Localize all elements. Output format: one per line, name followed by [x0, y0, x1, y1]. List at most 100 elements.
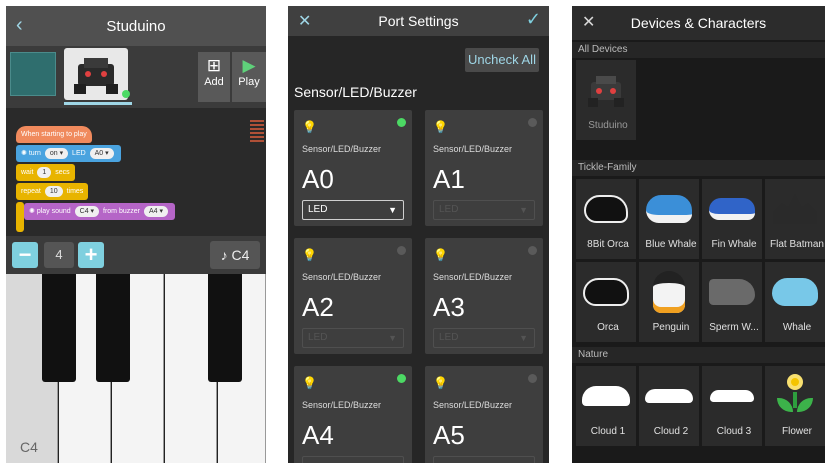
- block-text: times: [66, 188, 84, 195]
- cloud-1-icon: [582, 374, 630, 418]
- selected-indicator: [122, 90, 130, 98]
- port-type: Sensor/LED/Buzzer: [302, 144, 382, 154]
- close-icon[interactable]: ✕: [582, 12, 595, 32]
- block-text: secs: [55, 169, 70, 176]
- character-cloud-1[interactable]: Cloud 1: [576, 366, 636, 446]
- led-bulb-icon: 💡: [302, 376, 317, 390]
- play-sound-block[interactable]: ✺ play sound C4 ▾ from buzzer A4 ▾: [24, 203, 175, 220]
- character-blue-whale[interactable]: Blue Whale: [639, 179, 699, 259]
- 8bit-orca-icon: [582, 187, 630, 231]
- piano-black-key[interactable]: [96, 274, 130, 382]
- octave-down-button[interactable]: −: [12, 242, 38, 268]
- character-label: Cloud 3: [716, 426, 752, 437]
- port-status-dot[interactable]: [528, 374, 537, 383]
- character-whale[interactable]: Whale: [765, 262, 825, 342]
- block-text: When starting to play: [21, 131, 87, 138]
- character-label: Fin Whale: [711, 239, 757, 250]
- back-chevron-icon[interactable]: ‹: [16, 14, 23, 37]
- code-area[interactable]: When starting to play ✺ turn on ▾ LED A0…: [6, 108, 266, 236]
- octave-up-button[interactable]: +: [78, 242, 104, 268]
- plus-icon: +: [84, 242, 98, 267]
- note-button[interactable]: ♪ C4: [210, 241, 260, 269]
- port-status-dot[interactable]: [528, 246, 537, 255]
- select-value: LED: [308, 204, 328, 215]
- port-component-select: ▼: [433, 456, 535, 463]
- port-settings-nav-bar: ✕ Port Settings ✓: [288, 6, 549, 36]
- port-card-a3[interactable]: 💡 Sensor/LED/Buzzer A3 LED ▼: [425, 238, 543, 354]
- character-orca[interactable]: Orca: [576, 262, 636, 342]
- note-dropdown[interactable]: C4 ▾: [74, 206, 100, 217]
- block-text: repeat: [21, 188, 41, 195]
- select-value: LED: [439, 332, 459, 343]
- plus-box-icon: ⊞: [206, 56, 222, 75]
- port-name: A0: [302, 164, 334, 194]
- port-status-dot[interactable]: [397, 118, 406, 127]
- led-bulb-icon: 💡: [433, 376, 448, 390]
- robot-thumbnail[interactable]: [64, 48, 128, 100]
- port-name: A1: [433, 164, 465, 194]
- when-start-block[interactable]: When starting to play: [16, 126, 92, 143]
- port-card-a0[interactable]: 💡 Sensor/LED/Buzzer A0 LED ▼: [294, 110, 412, 226]
- character-flat-batman[interactable]: Flat Batman: [765, 179, 825, 259]
- wait-value-input[interactable]: 1: [37, 167, 52, 178]
- group-header-nature: Nature: [572, 347, 825, 363]
- led-bulb-icon: 💡: [302, 248, 317, 262]
- uncheck-all-button[interactable]: Uncheck All: [465, 48, 539, 72]
- character-label: Sperm W...: [709, 322, 759, 333]
- whale-icon: [771, 270, 819, 314]
- block-text: from buzzer: [103, 208, 140, 215]
- speaker-icon: ✺: [29, 208, 35, 215]
- port-component-select[interactable]: LED ▼: [302, 200, 404, 220]
- character-8bit-orca[interactable]: 8Bit Orca: [576, 179, 636, 259]
- character-label: Cloud 1: [590, 426, 626, 437]
- port-settings-screen: ✕ Port Settings ✓ Uncheck All Sensor/LED…: [288, 6, 549, 463]
- character-cloud-2[interactable]: Cloud 2: [639, 366, 699, 446]
- port-status-dot[interactable]: [397, 374, 406, 383]
- piano-black-key[interactable]: [42, 274, 76, 382]
- device-label: Studuino: [588, 120, 628, 131]
- character-penguin[interactable]: Penguin: [639, 262, 699, 342]
- led-icon: ✺: [21, 150, 27, 157]
- port-type: Sensor/LED/Buzzer: [302, 400, 382, 410]
- port-component-select: ▼: [302, 456, 404, 463]
- character-cloud-3[interactable]: Cloud 3: [702, 366, 762, 446]
- port-name: A5: [433, 420, 465, 450]
- character-label: Flat Batman: [770, 239, 824, 250]
- port-name: A4: [302, 420, 334, 450]
- turn-led-block[interactable]: ✺ turn on ▾ LED A0 ▾: [16, 145, 121, 162]
- repeat-block[interactable]: repeat 10 times: [16, 183, 89, 200]
- led-port-dropdown[interactable]: A0 ▾: [89, 148, 114, 159]
- repeat-value-input[interactable]: 10: [44, 186, 63, 197]
- play-icon: ▶: [242, 56, 256, 75]
- character-flower[interactable]: Flower: [765, 366, 825, 446]
- port-card-a1[interactable]: 💡 Sensor/LED/Buzzer A1 LED ▼: [425, 110, 543, 226]
- device-studuino[interactable]: Studuino: [576, 60, 636, 140]
- flower-icon: [771, 374, 819, 418]
- character-label: Flower: [781, 426, 812, 437]
- led-bulb-icon: 💡: [433, 120, 448, 134]
- piano-black-key[interactable]: [208, 274, 242, 382]
- octave-value: 4: [44, 242, 74, 268]
- close-icon[interactable]: ✕: [298, 11, 311, 31]
- sperm-w-icon: [708, 270, 756, 314]
- port-card-a5[interactable]: 💡 Sensor/LED/Buzzer A5 ▼: [425, 366, 543, 463]
- checkmark-icon[interactable]: ✓: [526, 9, 541, 30]
- character-label: Whale: [782, 322, 812, 333]
- cloud-3-icon: [708, 374, 756, 418]
- wait-block[interactable]: wait 1 secs: [16, 164, 75, 181]
- section-heading: Sensor/LED/Buzzer: [294, 84, 417, 100]
- background-thumbnail[interactable]: [10, 52, 56, 96]
- port-card-a2[interactable]: 💡 Sensor/LED/Buzzer A2 LED ▼: [294, 238, 412, 354]
- dropdown-arrow-icon: ▼: [388, 205, 397, 215]
- buzzer-port-dropdown[interactable]: A4 ▾: [143, 206, 168, 217]
- port-status-dot[interactable]: [397, 246, 406, 255]
- character-fin-whale[interactable]: Fin Whale: [702, 179, 762, 259]
- port-card-a4[interactable]: 💡 Sensor/LED/Buzzer A4 ▼: [294, 366, 412, 463]
- port-type: Sensor/LED/Buzzer: [433, 400, 513, 410]
- fin-whale-icon: [708, 187, 756, 231]
- character-sperm-w[interactable]: Sperm W...: [702, 262, 762, 342]
- port-status-dot[interactable]: [528, 118, 537, 127]
- play-button[interactable]: ▶ Play: [232, 52, 266, 102]
- add-button[interactable]: ⊞ Add: [198, 52, 230, 102]
- turn-state-dropdown[interactable]: on ▾: [44, 148, 69, 159]
